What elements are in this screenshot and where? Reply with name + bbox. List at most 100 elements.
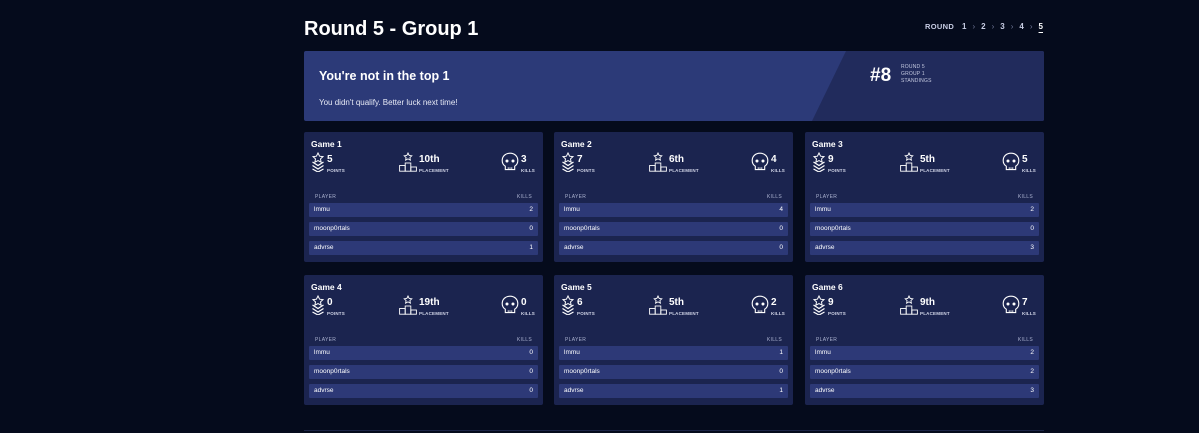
kills-label: KILLS [771,168,785,173]
table-row[interactable]: lmmu 1 [559,346,788,360]
player-name: lmmu [564,206,580,213]
chevron-badge-icon [561,152,575,172]
table-row[interactable]: lmmu 4 [559,203,788,217]
table-row[interactable]: advrse 3 [810,241,1039,255]
game-title: Game 5 [561,282,592,292]
points-label: POINTS [577,311,595,316]
kills-stat: 3 KILLS [501,152,541,176]
table-row[interactable]: moonp0rtals 0 [309,222,538,236]
round-nav-item-5[interactable]: 5 [1038,22,1044,31]
player-name: lmmu [314,206,330,213]
placement-stat: 5th PLACEMENT [900,152,980,176]
table-row[interactable]: moonp0rtals 0 [559,222,788,236]
points-stat: 0 POINTS [311,295,371,319]
chevron-badge-icon [812,295,826,315]
player-kills: 0 [779,225,783,232]
table-row[interactable]: moonp0rtals 0 [810,222,1039,236]
table-row[interactable]: advrse 1 [309,241,538,255]
podium-star-icon [649,152,667,172]
player-kills: 0 [529,225,533,232]
table-row[interactable]: moonp0rtals 0 [559,365,788,379]
points-label: POINTS [828,168,846,173]
player-column-header: PLAYER [315,337,337,343]
player-column-header: PLAYER [565,194,587,200]
placement-label: PLACEMENT [920,311,950,316]
podium-star-icon [900,152,918,172]
table-row[interactable]: lmmu 2 [810,346,1039,360]
kills-column-header: KILLS [766,194,782,200]
podium-star-icon [399,152,417,172]
points-stat: 6 POINTS [561,295,621,319]
player-kills: 0 [1030,225,1034,232]
table-row[interactable]: moonp0rtals 2 [810,365,1039,379]
kills-value: 5 [1022,154,1028,165]
player-kills: 0 [529,368,533,375]
points-label: POINTS [828,311,846,316]
placement-value: 5th [669,297,684,308]
placement-label: PLACEMENT [920,168,950,173]
round-nav-item-2[interactable]: 2 [980,22,986,31]
kills-label: KILLS [1022,168,1036,173]
round-nav-item-3[interactable]: 3 [999,22,1005,31]
table-row[interactable]: advrse 3 [810,384,1039,398]
game-title: Game 3 [812,139,843,149]
header: Round 5 - Group 1 ROUND 1 › 2 › 3 › 4 › … [304,16,1044,42]
round-nav-item-4[interactable]: 4 [1018,22,1024,31]
standing-meta-round: ROUND 5 [901,64,925,70]
player-kills: 2 [1030,368,1034,375]
page: Round 5 - Group 1 ROUND 1 › 2 › 3 › 4 › … [0,0,1199,433]
chevron-badge-icon [311,152,325,172]
standing-rank: #8 [870,65,892,86]
player-column-header: PLAYER [315,194,337,200]
player-kills: 2 [529,206,533,213]
placement-value: 10th [419,154,440,165]
player-column-header: PLAYER [565,337,587,343]
chevron-badge-icon [311,295,325,315]
points-stat: 9 POINTS [812,152,872,176]
kills-label: KILLS [1022,311,1036,316]
table-row[interactable]: moonp0rtals 0 [309,365,538,379]
placement-label: PLACEMENT [669,168,699,173]
divider [304,430,1044,431]
kills-value: 7 [1022,297,1028,308]
table-row[interactable]: lmmu 0 [309,346,538,360]
player-name: advrse [564,387,584,394]
placement-value: 5th [920,154,935,165]
player-name: advrse [564,244,584,251]
player-name: moonp0rtals [815,368,851,375]
kills-value: 0 [521,297,527,308]
banner-subtitle: You didn't qualify. Better luck next tim… [319,98,458,107]
round-nav-label: ROUND [925,22,955,31]
kills-stat: 0 KILLS [501,295,541,319]
game-card-3: Game 3 9 POINTS 5th PLACEMENT 5 KILLS PL… [805,132,1044,262]
points-label: POINTS [327,311,345,316]
table-row[interactable]: lmmu 2 [309,203,538,217]
player-kills: 2 [1030,206,1034,213]
game-title: Game 4 [311,282,342,292]
table-row[interactable]: advrse 1 [559,384,788,398]
qualification-banner: You're not in the top 1 You didn't quali… [304,51,1044,121]
podium-star-icon [399,295,417,315]
player-name: moonp0rtals [314,368,350,375]
table-row[interactable]: advrse 0 [559,241,788,255]
table-row[interactable]: lmmu 2 [810,203,1039,217]
player-name: moonp0rtals [815,225,851,232]
standing-meta-label: STANDINGS [901,78,932,84]
kills-label: KILLS [521,311,535,316]
player-column-header: PLAYER [816,194,838,200]
placement-stat: 6th PLACEMENT [649,152,729,176]
chevron-right-icon: › [1029,22,1033,31]
kills-stat: 4 KILLS [751,152,791,176]
skull-icon [1002,152,1020,171]
round-nav-item-1[interactable]: 1 [961,22,967,31]
player-name: lmmu [815,349,831,356]
player-column-header: PLAYER [816,337,838,343]
kills-stat: 7 KILLS [1002,295,1042,319]
player-name: moonp0rtals [564,225,600,232]
table-row[interactable]: advrse 0 [309,384,538,398]
kills-value: 4 [771,154,777,165]
placement-stat: 19th PLACEMENT [399,295,479,319]
banner-title: You're not in the top 1 [319,69,450,83]
game-title: Game 1 [311,139,342,149]
kills-column-header: KILLS [516,337,532,343]
